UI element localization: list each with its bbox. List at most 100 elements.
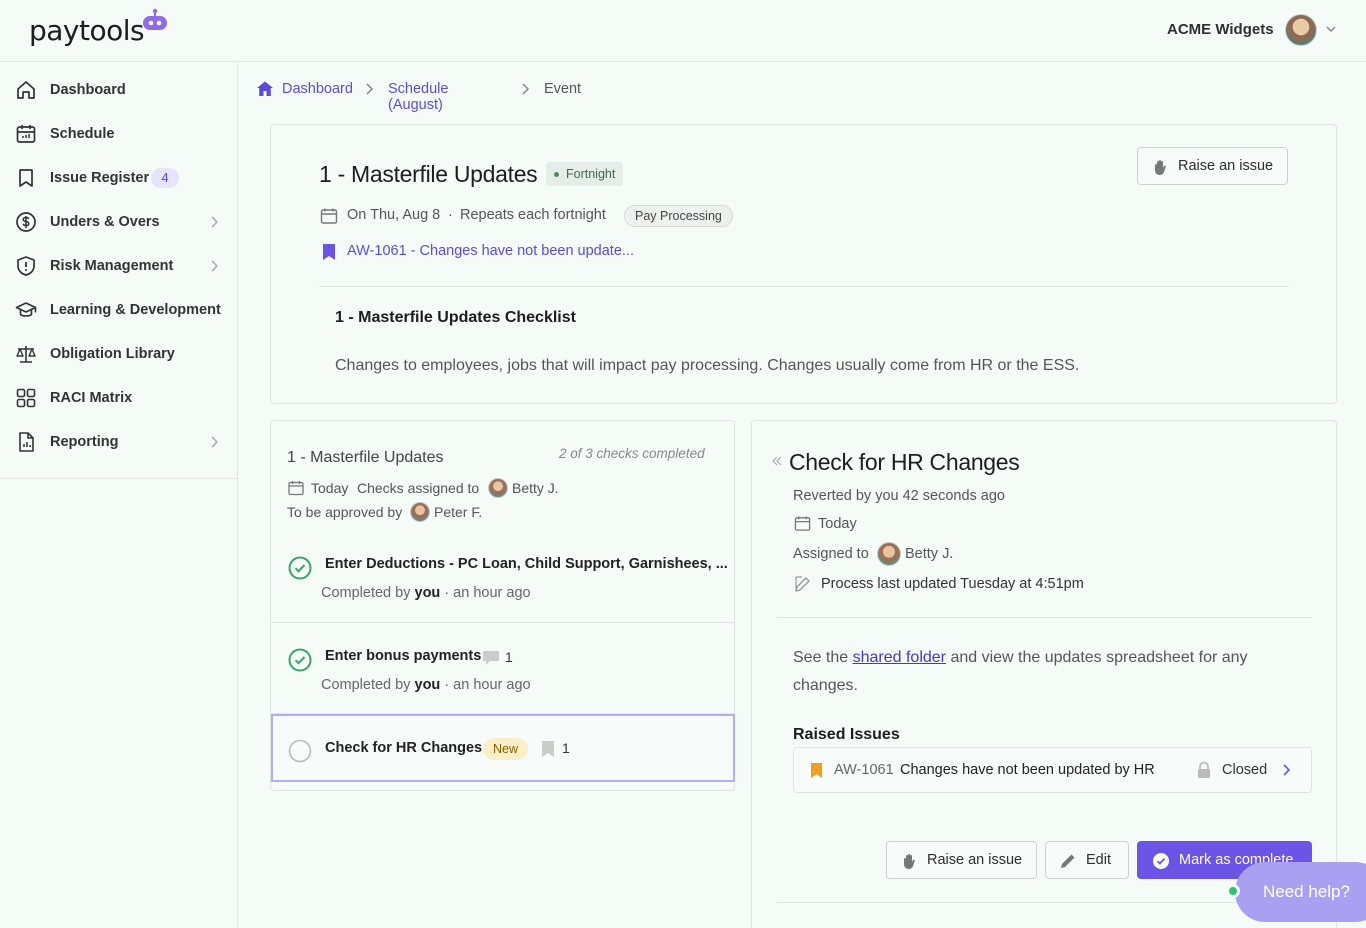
graduation-cap-icon — [15, 302, 37, 317]
hand-icon — [1155, 160, 1166, 175]
raise-issue-button[interactable]: Raise an issue — [1137, 147, 1288, 185]
sidebar-item-label: Risk Management — [50, 258, 174, 274]
linked-issue-link[interactable]: AW-1061 - Changes have not been update..… — [347, 243, 634, 259]
sidebar-item-schedule[interactable]: Schedule — [0, 112, 237, 156]
edit-label: Edit — [1086, 852, 1111, 868]
calendar-icon — [794, 516, 811, 531]
pencil-icon — [1061, 854, 1075, 868]
task-name: Enter bonus payments — [325, 648, 482, 664]
issue-id: AW-1061 — [834, 762, 894, 778]
bookmark-icon — [19, 169, 33, 187]
new-tag: New — [483, 738, 529, 760]
task-completed-info: Completed by you · an hour ago — [321, 677, 531, 693]
frequency-tag: Fortnight — [546, 162, 624, 186]
comment-icon — [483, 651, 499, 665]
raised-issues-heading: Raised Issues — [793, 726, 900, 743]
divider — [777, 902, 1312, 903]
calendar-icon — [320, 208, 338, 224]
chevron-right-icon — [522, 83, 530, 95]
logo[interactable]: paytools — [29, 14, 145, 47]
assignee-name: Betty J. — [905, 546, 954, 562]
sidebar-item-label: Obligation Library — [50, 346, 175, 362]
hand-icon — [904, 854, 915, 869]
issue-status: Closed — [1222, 762, 1268, 778]
issue-count-badge: 4 — [151, 168, 179, 188]
checklist-description: Changes to employees, jobs that will imp… — [335, 357, 1080, 374]
sidebar-item-label: Schedule — [50, 126, 115, 142]
need-help-button[interactable]: Need help? — [1235, 862, 1366, 922]
approved-prefix: To be approved by — [287, 504, 403, 520]
task-detail-card: Check for HR Changes Reverted by you 42 … — [751, 420, 1337, 928]
checklist-progress: 2 of 3 checks completed — [559, 446, 705, 461]
task-item-selected[interactable]: Check for HR Changes New 1 — [271, 714, 735, 782]
task-description: See the shared folder and view the updat… — [793, 649, 1248, 694]
raised-issue-row[interactable]: AW-1061 Changes have not been updated by… — [793, 747, 1312, 793]
issue-count: 1 — [562, 740, 570, 756]
bookmark-icon — [323, 244, 335, 260]
sidebar-item-issue-register[interactable]: Issue Register — [0, 156, 237, 200]
calendar-icon — [288, 481, 304, 496]
sidebar-item-label: RACI Matrix — [50, 390, 133, 406]
comment-count: 1 — [505, 649, 513, 665]
breadcrumb-current: Event — [544, 81, 582, 97]
online-status-dot — [1226, 884, 1240, 898]
sidebar-item-dashboard[interactable]: Dashboard — [0, 68, 237, 112]
sidebar-item-risk-management[interactable]: Risk Management — [0, 244, 237, 288]
assignee-name: Betty J. — [512, 480, 559, 496]
sidebar-item-learning-development[interactable]: Learning & Development — [0, 288, 237, 332]
task-item[interactable]: Enter bonus payments 1 Completed by you … — [271, 623, 734, 714]
lock-icon — [1198, 761, 1210, 778]
sidebar-item-label: Dashboard — [50, 82, 126, 98]
event-repeat: Repeats each fortnight — [460, 207, 606, 223]
org-name[interactable]: ACME Widgets — [1167, 21, 1274, 38]
raise-issue-button[interactable]: Raise an issue — [886, 841, 1037, 879]
avatar — [488, 478, 508, 498]
report-icon — [19, 432, 34, 452]
sidebar-item-label: Unders & Overs — [50, 214, 160, 230]
task-due: Today — [818, 516, 857, 532]
user-avatar[interactable] — [1285, 14, 1317, 46]
avatar — [877, 542, 901, 566]
sidebar-item-reporting[interactable]: Reporting — [0, 420, 237, 464]
sidebar-item-label: Issue Register — [50, 170, 150, 186]
breadcrumb-dashboard[interactable]: Dashboard — [282, 81, 353, 97]
sidebar-divider — [0, 478, 237, 479]
divider — [777, 617, 1312, 618]
divider — [319, 286, 1289, 287]
breadcrumb-schedule[interactable]: Schedule (August) — [388, 81, 448, 113]
task-completed-info: Completed by you · an hour ago — [321, 585, 531, 601]
chevron-down-icon[interactable] — [1324, 22, 1338, 36]
event-card: 1 - Masterfile Updates Fortnight Raise a… — [270, 124, 1337, 404]
need-help-label: Need help? — [1263, 882, 1350, 901]
chevron-right-icon — [1283, 764, 1291, 776]
check-circle-icon[interactable] — [288, 648, 312, 672]
avatar — [410, 502, 430, 522]
checklist-due: Today — [311, 480, 349, 496]
sidebar-item-obligation-library[interactable]: Obligation Library — [0, 332, 237, 376]
event-date: On Thu, Aug 8 — [347, 207, 441, 223]
category-tag: Pay Processing — [624, 205, 733, 227]
chevron-right-icon — [211, 436, 219, 448]
task-item[interactable]: Enter Deductions - PC Loan, Child Suppor… — [271, 531, 734, 623]
calendar-icon — [16, 125, 36, 143]
revert-status: Reverted by you 42 seconds ago — [793, 488, 1005, 504]
edit-button[interactable]: Edit — [1045, 841, 1129, 879]
check-circle-icon[interactable] — [288, 556, 312, 580]
collapse-icon[interactable] — [770, 454, 784, 468]
issue-text: Changes have not been updated by HR — [900, 762, 1155, 778]
bookmark-icon — [542, 741, 554, 757]
sidebar-item-unders-overs[interactable]: Unders & Overs — [0, 200, 237, 244]
approver-name: Peter F. — [434, 504, 483, 520]
empty-circle-icon[interactable] — [288, 739, 312, 763]
shared-folder-link[interactable]: shared folder — [853, 649, 946, 666]
chevron-right-icon — [211, 216, 219, 228]
sidebar-item-raci-matrix[interactable]: RACI Matrix — [0, 376, 237, 420]
home-icon[interactable] — [256, 80, 274, 98]
home-icon — [17, 81, 35, 99]
raise-issue-label: Raise an issue — [927, 852, 1023, 868]
assigned-prefix: Checks assigned to — [357, 480, 480, 496]
shield-alert-icon — [17, 256, 35, 276]
check-circle-icon — [1153, 853, 1169, 869]
task-name: Enter Deductions - PC Loan, Child Suppor… — [325, 556, 728, 572]
logo-robot-icon — [143, 8, 167, 30]
